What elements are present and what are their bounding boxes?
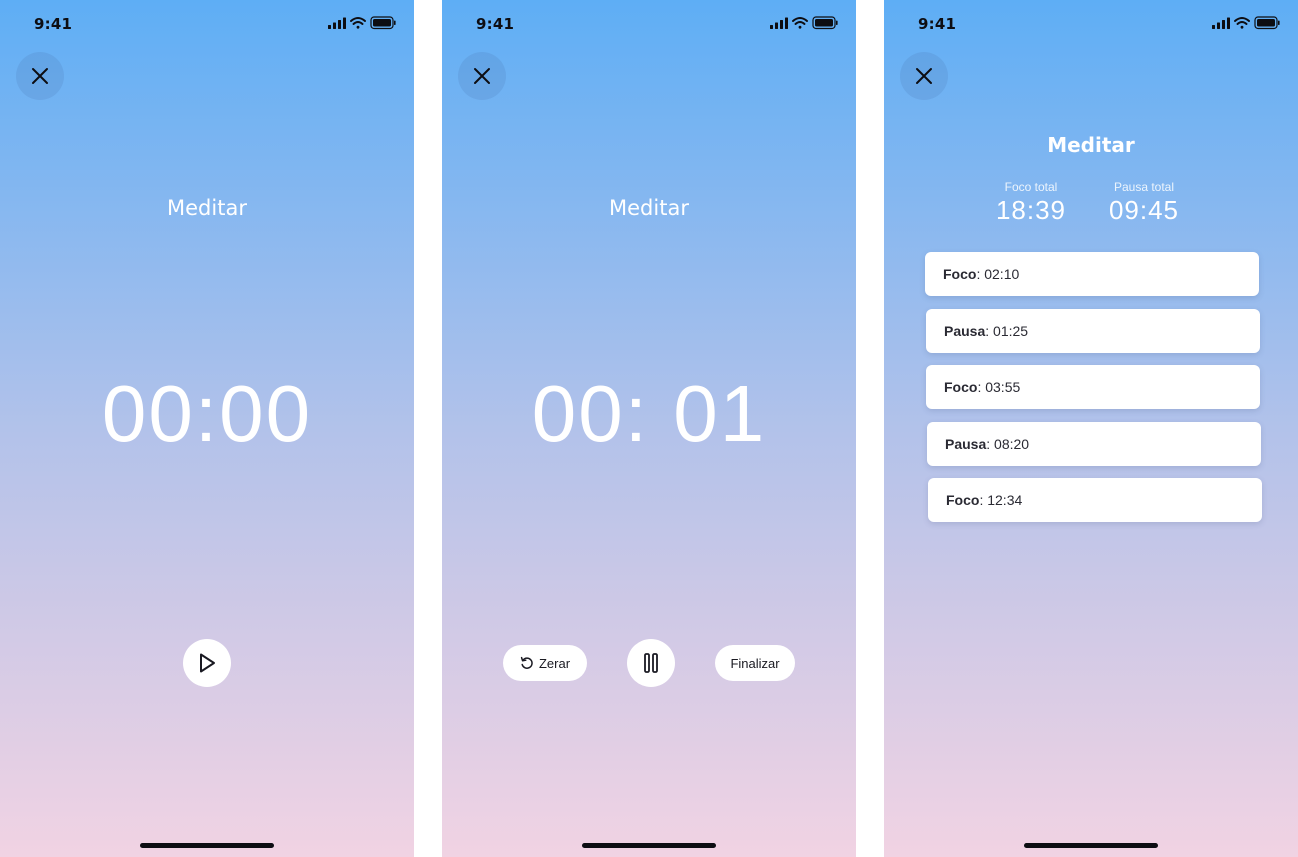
pause-total-label: Pausa total (1113, 180, 1175, 194)
log-time: 02:10 (984, 266, 1020, 282)
wifi-icon (792, 17, 808, 29)
signal-icon (328, 17, 346, 29)
session-log-item[interactable]: Foco: 03:55 (926, 365, 1260, 409)
summary-title: Meditar (1047, 133, 1135, 157)
log-separator: : (977, 379, 986, 395)
wifi-icon (350, 17, 366, 29)
focus-total-stat: Foco total 18:39 (986, 180, 1076, 226)
session-log-item[interactable]: Pausa: 08:20 (927, 422, 1261, 466)
session-log-item[interactable]: Pausa: 01:25 (926, 309, 1260, 353)
meditate-screen-summary: 9:41 Meditar Foco total 18:39 Pausa tota… (884, 0, 1298, 857)
session-log-item[interactable]: Foco: 12:34 (928, 478, 1262, 522)
log-type: Foco (944, 379, 978, 395)
status-time: 9:41 (34, 15, 73, 33)
close-icon (474, 68, 490, 84)
timer-display: 00:00 (101, 369, 313, 458)
battery-icon (1254, 16, 1280, 30)
log-type: Pausa (944, 323, 986, 339)
battery-icon (370, 16, 396, 30)
status-time: 9:41 (476, 15, 515, 33)
log-separator: : (979, 492, 988, 508)
log-separator: : (976, 266, 985, 282)
log-type: Pausa (945, 436, 987, 452)
status-icons (328, 16, 396, 30)
reset-icon (520, 656, 533, 669)
home-indicator (1024, 843, 1158, 848)
app-canvas: 9:41 Meditar 00:00 9:41 Meditar 00: 01 Z… (0, 0, 1298, 857)
log-time: 12:34 (987, 492, 1023, 508)
meditate-screen-idle: 9:41 Meditar 00:00 (0, 0, 414, 857)
timer-display: 00: 01 (531, 369, 767, 458)
wifi-icon (1234, 17, 1250, 29)
pause-icon (644, 653, 658, 673)
log-separator: : (985, 323, 994, 339)
play-icon (200, 653, 215, 673)
close-button[interactable] (458, 52, 506, 100)
play-button[interactable] (183, 639, 231, 687)
close-button[interactable] (16, 52, 64, 100)
finish-button[interactable]: Finalizar (715, 645, 795, 681)
activity-title: Meditar (609, 196, 689, 220)
status-time: 9:41 (918, 15, 957, 33)
status-icons (1212, 16, 1280, 30)
log-time: 01:25 (993, 323, 1029, 339)
log-time: 03:55 (985, 379, 1021, 395)
focus-total-label: Foco total (1004, 180, 1058, 194)
pause-button[interactable] (627, 639, 675, 687)
finish-label: Finalizar (730, 655, 780, 671)
log-type: Foco (946, 492, 980, 508)
log-type: Foco (943, 266, 977, 282)
log-time: 08:20 (994, 436, 1030, 452)
close-button[interactable] (900, 52, 948, 100)
home-indicator (582, 843, 716, 848)
signal-icon (770, 17, 788, 29)
log-separator: : (986, 436, 995, 452)
home-indicator (140, 843, 274, 848)
activity-title: Meditar (167, 196, 247, 220)
session-log-item[interactable]: Foco: 02:10 (925, 252, 1259, 296)
reset-label: Zerar (538, 655, 571, 671)
signal-icon (1212, 17, 1230, 29)
status-icons (770, 16, 838, 30)
reset-button[interactable]: Zerar (503, 645, 587, 681)
close-icon (916, 68, 932, 84)
pause-total-stat: Pausa total 09:45 (1099, 180, 1189, 226)
focus-total-value: 18:39 (995, 195, 1067, 225)
battery-icon (812, 16, 838, 30)
pause-total-value: 09:45 (1108, 195, 1180, 225)
meditate-screen-running: 9:41 Meditar 00: 01 Zerar Finalizar (442, 0, 856, 857)
close-icon (32, 68, 48, 84)
